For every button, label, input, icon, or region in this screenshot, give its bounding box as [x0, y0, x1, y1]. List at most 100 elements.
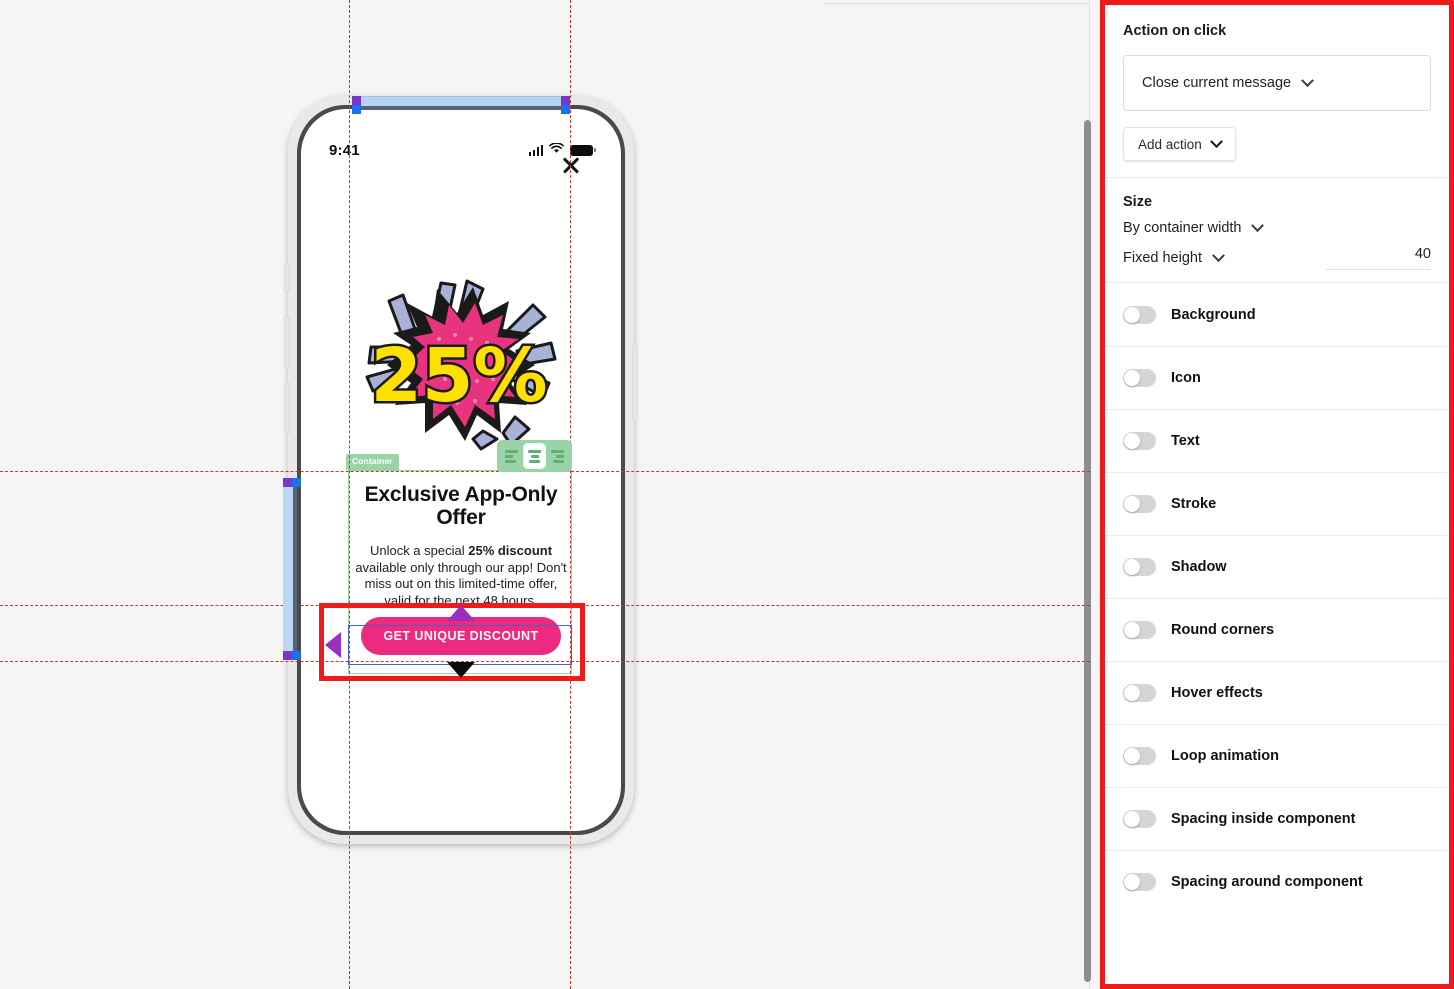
toggle-label-hover-effects: Hover effects [1171, 685, 1263, 701]
toggle-label-background: Background [1171, 306, 1256, 323]
cta-wrapper: GET UNIQUE DISCOUNT [313, 617, 609, 655]
app-root: 9:41 25% Exclusive App-Only Offer Unlock… [0, 0, 1454, 989]
phone-volume-down-button [285, 382, 289, 434]
resize-handle-left-top-blue[interactable] [292, 478, 301, 487]
toggle-label-round-corners: Round corners [1171, 622, 1275, 638]
toggle-switch-loop-animation[interactable] [1123, 747, 1156, 765]
editor-canvas[interactable]: 9:41 25% Exclusive App-Only Offer Unlock… [0, 0, 1091, 989]
message-description: Unlock a special 25% discount available … [313, 543, 609, 609]
toggle-row-hover-effects[interactable]: Hover effects [1105, 661, 1449, 724]
canvas-top-divider [824, 3, 1090, 4]
toggle-row-icon[interactable]: Icon [1105, 346, 1449, 409]
align-center-button[interactable] [523, 443, 546, 469]
toggle-label-spacing-around: Spacing around component [1171, 874, 1363, 890]
toggle-knob [1124, 748, 1140, 764]
phone-mockup: 9:41 25% Exclusive App-Only Offer Unlock… [285, 96, 637, 844]
size-height-row[interactable]: Fixed height 40 [1123, 246, 1431, 270]
status-clock: 9:41 [329, 141, 360, 159]
toggle-knob [1124, 559, 1140, 575]
toggle-knob [1124, 496, 1140, 512]
alignment-toolbar[interactable] [497, 440, 572, 472]
toggle-row-loop-animation[interactable]: Loop animation [1105, 724, 1449, 787]
toggle-label-shadow: Shadow [1171, 559, 1227, 575]
size-width-select[interactable]: By container width [1123, 218, 1265, 236]
resize-handle-left-top-purple[interactable] [283, 478, 292, 487]
align-right-button[interactable] [546, 443, 569, 469]
phone-volume-up-button [285, 316, 289, 368]
selection-edge-top [352, 106, 568, 110]
phone-bezel: 9:41 25% Exclusive App-Only Offer Unlock… [297, 105, 625, 835]
size-height-value: Fixed height [1123, 250, 1202, 266]
action-section: Action on click Close current message Ad… [1105, 5, 1449, 177]
canvas-vertical-scrollbar[interactable] [1084, 120, 1091, 982]
add-action-label: Add action [1138, 136, 1202, 152]
toggle-row-round-corners[interactable]: Round corners [1105, 598, 1449, 661]
align-center-icon [528, 449, 541, 463]
selection-edge-left [293, 478, 297, 660]
toggle-knob [1124, 433, 1140, 449]
chevron-down-icon [1209, 134, 1223, 148]
resize-handle-top-left-blue[interactable] [352, 105, 361, 114]
chevron-down-icon [1301, 73, 1314, 87]
message-description-part2: available only through our app! Don't mi… [355, 559, 567, 608]
size-height-input[interactable]: 40 [1326, 246, 1431, 270]
message-description-part1: Unlock a special [369, 543, 469, 558]
action-section-title: Action on click [1123, 23, 1227, 39]
toggle-switch-hover-effects[interactable] [1123, 684, 1156, 702]
toggle-label-stroke: Stroke [1171, 496, 1217, 512]
action-on-click-value: Close current message [1142, 75, 1292, 91]
resize-handle-left-bottom-purple[interactable] [283, 651, 292, 660]
toggle-label-text: Text [1171, 433, 1200, 449]
toggle-label-icon: Icon [1171, 370, 1201, 386]
toggle-row-shadow[interactable]: Shadow [1105, 535, 1449, 598]
toggle-knob [1124, 874, 1140, 890]
resize-handle-top-right-purple[interactable] [561, 96, 570, 105]
toggle-switch-shadow[interactable] [1123, 558, 1156, 576]
align-left-icon [505, 449, 518, 463]
toggle-row-spacing-inside[interactable]: Spacing inside component [1105, 787, 1449, 850]
toggle-row-background[interactable]: Background [1105, 283, 1449, 346]
toggle-switch-background[interactable] [1123, 305, 1156, 324]
phone-silent-switch [285, 264, 289, 292]
pointer-arrow-left [325, 632, 341, 658]
phone-power-button [633, 344, 637, 422]
size-width-value: By container width [1123, 220, 1242, 236]
action-on-click-select[interactable]: Close current message [1123, 55, 1431, 111]
message-title: Exclusive App-Only Offer [364, 483, 558, 529]
properties-panel: Action on click Close current message Ad… [1100, 0, 1454, 989]
toggle-label-spacing-inside: Spacing inside component [1171, 811, 1356, 827]
selection-bar-left[interactable] [283, 478, 293, 660]
phone-screen: 9:41 25% Exclusive App-Only Offer Unlock… [301, 109, 621, 831]
toggle-switch-spacing-inside[interactable] [1123, 810, 1156, 828]
resize-handle-top-left-purple[interactable] [352, 96, 361, 105]
twenty-five-percent-burst-graphic: 25% [365, 279, 557, 451]
chevron-down-icon [1251, 218, 1265, 232]
get-unique-discount-button[interactable]: GET UNIQUE DISCOUNT [361, 617, 561, 655]
toggle-switch-text[interactable] [1123, 432, 1156, 450]
size-height-select[interactable]: Fixed height [1123, 248, 1225, 266]
pointer-arrow-down [447, 662, 475, 678]
container-label-tag: Container [346, 454, 399, 470]
battery-icon [570, 144, 596, 156]
resize-handle-top-right-blue[interactable] [561, 105, 570, 114]
toggle-row-stroke[interactable]: Stroke [1105, 472, 1449, 535]
resize-handle-left-bottom-blue[interactable] [292, 651, 301, 660]
toggle-switch-round-corners[interactable] [1123, 621, 1156, 639]
close-x-icon[interactable] [561, 155, 581, 175]
size-width-row[interactable]: By container width [1123, 218, 1431, 236]
cellular-signal-icon [528, 144, 543, 156]
toggle-knob [1124, 811, 1140, 827]
toggle-row-spacing-around[interactable]: Spacing around component [1105, 850, 1449, 913]
toggle-knob [1124, 685, 1140, 701]
toggle-switch-icon[interactable] [1123, 369, 1156, 387]
add-action-button[interactable]: Add action [1123, 127, 1236, 161]
toggle-knob [1124, 370, 1140, 386]
message-description-bold: 25% discount [468, 543, 553, 558]
toggle-switch-spacing-around[interactable] [1123, 873, 1156, 891]
align-left-button[interactable] [500, 443, 523, 469]
selection-bar-top[interactable] [352, 96, 568, 106]
toggle-list: Background Icon Text Stroke Shadow Round… [1105, 283, 1449, 913]
toggle-switch-stroke[interactable] [1123, 495, 1156, 513]
toggle-row-text[interactable]: Text [1105, 409, 1449, 472]
pointer-arrow-up [447, 605, 475, 621]
